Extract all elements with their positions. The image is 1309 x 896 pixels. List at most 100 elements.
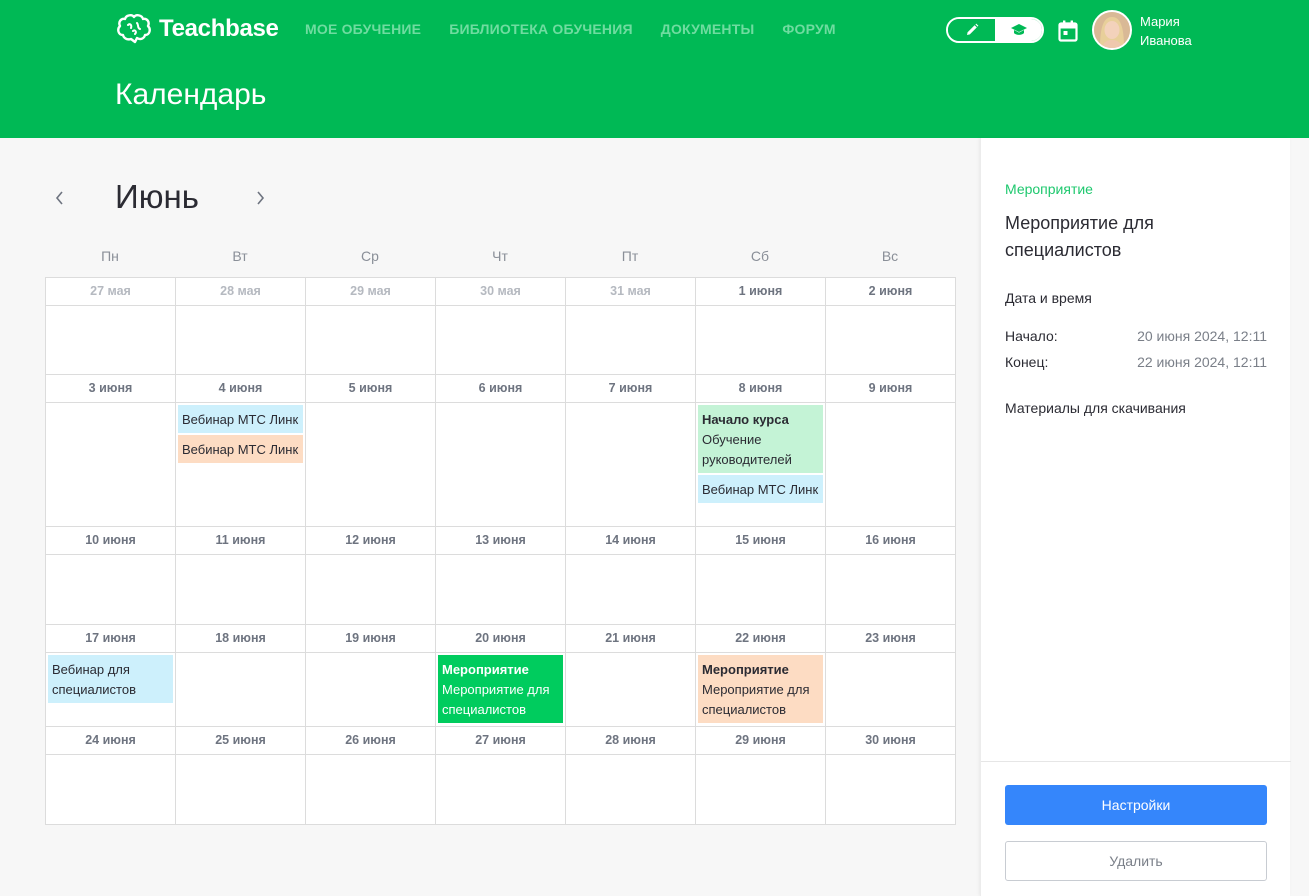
- day-date-label: 22 июня: [696, 625, 825, 653]
- start-row: Начало: 20 июня 2024, 12:11: [1005, 328, 1267, 344]
- day-events: [566, 403, 695, 407]
- delete-button[interactable]: Удалить: [1005, 841, 1267, 881]
- next-month-button[interactable]: [248, 186, 272, 210]
- day-date-label: 5 июня: [306, 375, 435, 403]
- day-cell[interactable]: 2 июня: [826, 278, 956, 375]
- day-cell[interactable]: 11 июня: [176, 527, 306, 625]
- day-date-label: 19 июня: [306, 625, 435, 653]
- day-date-label: 7 июня: [566, 375, 695, 403]
- edit-mode-button[interactable]: [948, 19, 995, 41]
- calendar-event[interactable]: Вебинар для специалистов: [48, 655, 173, 703]
- day-events: Мероприятие Мероприятие для специалистов: [436, 653, 565, 727]
- day-events: Вебинар для специалистов: [46, 653, 175, 707]
- page-title: Календарь: [115, 78, 267, 111]
- day-date-label: 17 июня: [46, 625, 175, 653]
- event-title-label: Мероприятие для специалистов: [442, 682, 550, 717]
- day-date-label: 11 июня: [176, 527, 305, 555]
- calendar-event[interactable]: Начало курса Обучение руководителей: [698, 405, 823, 473]
- day-cell[interactable]: 31 мая: [566, 278, 696, 375]
- day-date-label: 29 июня: [696, 727, 825, 755]
- day-cell[interactable]: 4 июня Вебинар МТС Линк Вебинар МТС Линк: [176, 375, 306, 527]
- user-last-name: Иванова: [1140, 33, 1192, 48]
- weekday-label: Сб: [750, 248, 770, 264]
- weekday-label: Ср: [361, 248, 379, 264]
- day-events: [306, 755, 435, 759]
- day-cell[interactable]: 21 июня: [566, 625, 696, 727]
- day-events: [696, 755, 825, 759]
- calendar-event[interactable]: Вебинар МТС Линк: [178, 435, 303, 463]
- week-row: 3 июня 4 июня Вебинар МТС Линк Вебинар МТС …: [46, 375, 956, 527]
- nav-documents[interactable]: ДОКУМЕНТЫ: [661, 21, 755, 37]
- calendar-event[interactable]: Мероприятие Мероприятие для специалистов: [698, 655, 823, 723]
- day-cell[interactable]: 6 июня: [436, 375, 566, 527]
- day-cell[interactable]: 22 июня Мероприятие Мероприятие для специа…: [696, 625, 826, 727]
- day-cell[interactable]: 12 июня: [306, 527, 436, 625]
- start-value: 20 июня 2024, 12:11: [1137, 328, 1267, 344]
- day-cell[interactable]: 18 июня: [176, 625, 306, 727]
- event-title-label: Вебинар МТС Линк: [182, 442, 299, 457]
- settings-button[interactable]: Настройки: [1005, 785, 1267, 825]
- user-avatar[interactable]: [1092, 10, 1132, 50]
- day-events: [46, 306, 175, 310]
- nav-forum[interactable]: ФОРУМ: [782, 21, 835, 37]
- day-cell[interactable]: 15 июня: [696, 527, 826, 625]
- day-cell[interactable]: 28 мая: [176, 278, 306, 375]
- day-cell[interactable]: 20 июня Мероприятие Мероприятие для специа…: [436, 625, 566, 727]
- logo[interactable]: Teachbase: [115, 13, 279, 45]
- day-cell[interactable]: 24 июня: [46, 727, 176, 825]
- datetime-heading: Дата и время: [1005, 290, 1092, 306]
- day-cell[interactable]: 8 июня Начало курса Обучение руководителей…: [696, 375, 826, 527]
- day-cell[interactable]: 10 июня: [46, 527, 176, 625]
- day-cell[interactable]: 3 июня: [46, 375, 176, 527]
- day-cell[interactable]: 14 июня: [566, 527, 696, 625]
- day-cell[interactable]: 13 июня: [436, 527, 566, 625]
- day-cell[interactable]: 5 июня: [306, 375, 436, 527]
- day-cell[interactable]: 1 июня: [696, 278, 826, 375]
- day-events: [306, 403, 435, 407]
- day-cell[interactable]: 28 июня: [566, 727, 696, 825]
- day-cell[interactable]: 7 июня: [566, 375, 696, 527]
- mode-toggle: [946, 17, 1044, 43]
- user-name[interactable]: Мария Иванова: [1140, 12, 1192, 50]
- end-label: Конец:: [1005, 354, 1049, 370]
- day-date-label: 20 июня: [436, 625, 565, 653]
- day-events: [566, 555, 695, 559]
- day-cell[interactable]: 16 июня: [826, 527, 956, 625]
- day-cell[interactable]: 29 июня: [696, 727, 826, 825]
- day-events: [826, 403, 955, 407]
- user-first-name: Мария: [1140, 14, 1180, 29]
- nav-learning-library[interactable]: БИБЛИОТЕКА ОБУЧЕНИЯ: [449, 21, 633, 37]
- day-cell[interactable]: 30 мая: [436, 278, 566, 375]
- day-cell[interactable]: 29 мая: [306, 278, 436, 375]
- day-events: [176, 555, 305, 559]
- day-cell[interactable]: 25 июня: [176, 727, 306, 825]
- day-date-label: 31 мая: [566, 278, 695, 306]
- day-date-label: 3 июня: [46, 375, 175, 403]
- day-events: [46, 403, 175, 407]
- nav-my-learning[interactable]: МОЕ ОБУЧЕНИЕ: [305, 21, 421, 37]
- day-cell[interactable]: 27 июня: [436, 727, 566, 825]
- day-cell[interactable]: 19 июня: [306, 625, 436, 727]
- day-cell[interactable]: 30 июня: [826, 727, 956, 825]
- logo-text: Teachbase: [159, 15, 279, 42]
- week-row: 24 июня 25 июня 26 июня 27 июня 28 июня 29 ию…: [46, 727, 956, 825]
- day-cell[interactable]: 27 мая: [46, 278, 176, 375]
- calendar-icon[interactable]: [1058, 20, 1078, 42]
- prev-month-button[interactable]: [48, 186, 72, 210]
- brain-icon: [117, 14, 151, 44]
- calendar-event[interactable]: Мероприятие Мероприятие для специалистов: [438, 655, 563, 723]
- day-cell[interactable]: 9 июня: [826, 375, 956, 527]
- event-type-label: Мероприятие: [442, 662, 529, 677]
- calendar-event[interactable]: Вебинар МТС Линк: [698, 475, 823, 503]
- week-row: 17 июня Вебинар для специалистов 18 июня 19…: [46, 625, 956, 727]
- learn-mode-button[interactable]: [995, 19, 1042, 41]
- day-cell[interactable]: 17 июня Вебинар для специалистов: [46, 625, 176, 727]
- event-details-panel: Мероприятие Мероприятие для специалистов…: [980, 138, 1291, 896]
- day-events: [826, 755, 955, 759]
- day-cell[interactable]: 23 июня: [826, 625, 956, 727]
- day-cell[interactable]: 26 июня: [306, 727, 436, 825]
- calendar-event[interactable]: Вебинар МТС Линк: [178, 405, 303, 433]
- day-events: [826, 653, 955, 657]
- day-date-label: 9 июня: [826, 375, 955, 403]
- event-title-label: Вебинар МТС Линк: [182, 412, 299, 427]
